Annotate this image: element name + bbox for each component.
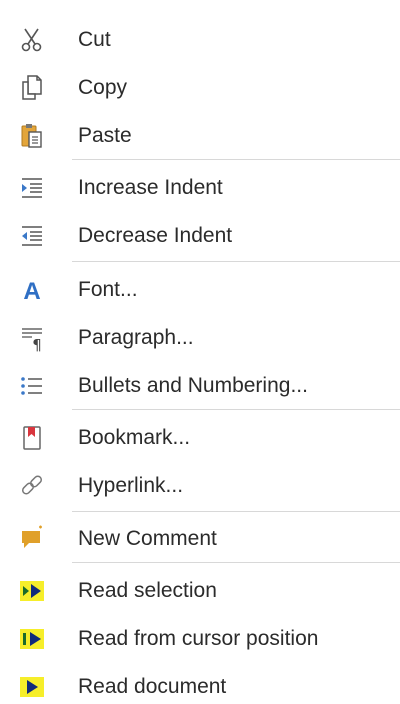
menu-item-label: Increase Indent [78, 176, 223, 199]
menu-item-bullets-and-numbering[interactable]: Bullets and Numbering... [0, 362, 400, 410]
menu-item-label: Bullets and Numbering... [78, 374, 308, 397]
scissors-icon [20, 26, 44, 54]
menu-separator [72, 562, 400, 563]
menu-separator [72, 159, 400, 160]
menu-item-read-from-cursor[interactable]: Read from cursor position [0, 615, 400, 663]
menu-item-label: New Comment [78, 527, 217, 550]
menu-item-hyperlink[interactable]: Hyperlink... [0, 462, 400, 510]
menu-item-cut[interactable]: Cut [0, 16, 400, 64]
bullet-list-icon [20, 372, 44, 400]
read-document-icon [20, 673, 44, 701]
menu-item-label: Font... [78, 278, 138, 301]
menu-item-read-document[interactable]: Read document [0, 663, 400, 704]
font-icon: A [20, 276, 44, 304]
menu-item-bookmark[interactable]: Bookmark... [0, 414, 400, 462]
menu-item-paragraph[interactable]: ¶ Paragraph... [0, 314, 400, 362]
menu-item-copy[interactable]: Copy [0, 64, 400, 112]
menu-item-label: Decrease Indent [78, 224, 233, 247]
context-menu: Cut Copy Paste Increase Indent Decrease … [0, 0, 400, 704]
copy-icon [20, 74, 44, 102]
menu-item-paste[interactable]: Paste [0, 112, 400, 160]
decrease-indent-icon [20, 222, 44, 250]
increase-indent-icon [20, 174, 44, 202]
paragraph-icon: ¶ [20, 324, 44, 352]
read-selection-icon [20, 577, 44, 605]
menu-item-label: Copy [78, 76, 128, 99]
comment-icon [20, 525, 44, 553]
svg-text:A: A [23, 278, 40, 304]
menu-item-read-selection[interactable]: Read selection [0, 567, 400, 615]
bookmark-icon [20, 424, 44, 452]
clipboard-icon [20, 122, 44, 150]
menu-item-label: Hyperlink... [78, 474, 184, 497]
read-from-cursor-icon [20, 625, 44, 653]
svg-text:¶: ¶ [32, 336, 42, 352]
menu-item-font[interactable]: A Font... [0, 266, 400, 314]
menu-item-increase-indent[interactable]: Increase Indent [0, 164, 400, 212]
menu-item-label: Read from cursor position [78, 627, 319, 650]
menu-item-label: Bookmark... [78, 426, 191, 449]
menu-item-new-comment[interactable]: New Comment [0, 515, 400, 563]
menu-separator [72, 511, 400, 512]
menu-item-decrease-indent[interactable]: Decrease Indent [0, 212, 400, 260]
menu-separator [72, 409, 400, 410]
menu-item-label: Paste [78, 124, 132, 147]
menu-item-label: Read document [78, 675, 227, 698]
menu-item-label: Cut [78, 28, 111, 51]
menu-separator [72, 261, 400, 262]
menu-item-label: Paragraph... [78, 326, 194, 349]
menu-item-label: Read selection [78, 579, 217, 602]
link-icon [20, 472, 44, 500]
